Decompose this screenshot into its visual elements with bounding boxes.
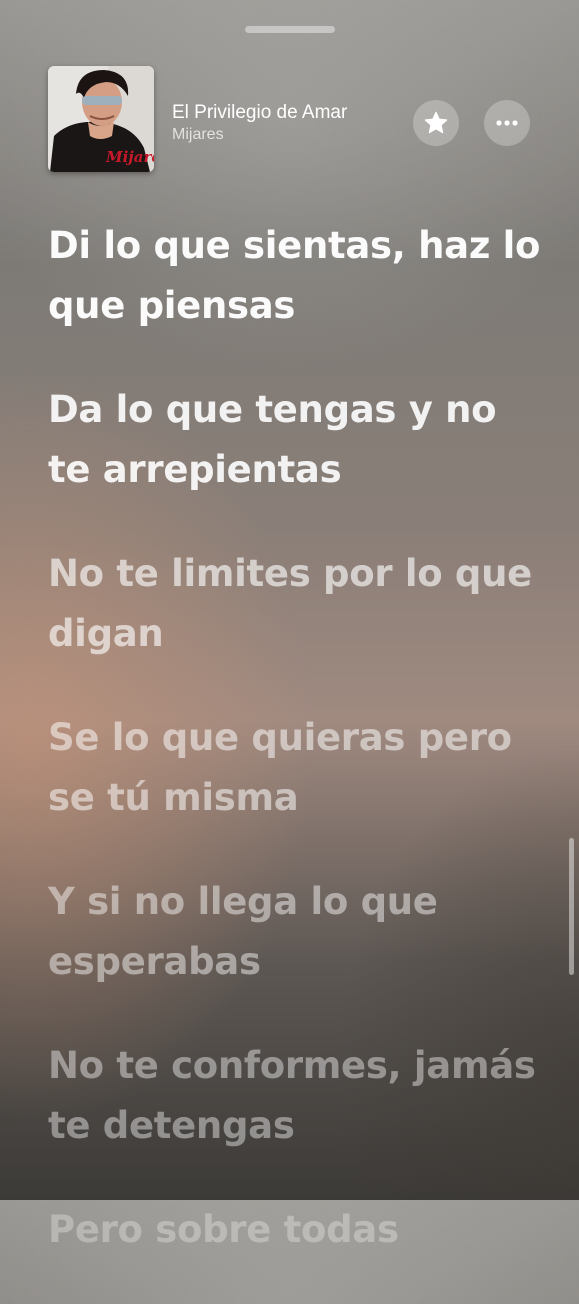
- now-playing-header: Mijares El Privilegio de Amar Mijares: [48, 66, 539, 172]
- favorite-button[interactable]: [413, 100, 459, 146]
- star-icon: [424, 111, 448, 134]
- track-artist[interactable]: Mijares: [172, 126, 224, 144]
- track-title[interactable]: El Privilegio de Amar: [172, 102, 347, 124]
- sheet-grabber[interactable]: [245, 26, 335, 33]
- ellipsis-icon: [496, 120, 518, 126]
- lyric-line[interactable]: Y si no llega lo que esperabas: [48, 872, 548, 992]
- lyrics-list[interactable]: Di lo que sientas, haz lo que piensas Da…: [48, 216, 548, 1304]
- lyric-line[interactable]: No te conformes, jamás te detengas: [48, 1036, 548, 1156]
- album-cover-image: Mijares: [48, 66, 154, 172]
- scrollbar[interactable]: [569, 838, 574, 975]
- lyric-line[interactable]: No te limites por lo que digan: [48, 544, 548, 664]
- lyric-line[interactable]: Pero sobre todas: [48, 1200, 548, 1260]
- lyric-line[interactable]: Da lo que tengas y no te arrepientas: [48, 380, 548, 500]
- lyric-line[interactable]: Di lo que sientas, haz lo que piensas: [48, 216, 548, 336]
- lyric-line[interactable]: Se lo que quieras pero se tú misma: [48, 708, 548, 828]
- album-logo-text: Mijares: [105, 148, 154, 166]
- more-options-button[interactable]: [484, 100, 530, 146]
- album-artwork[interactable]: Mijares: [48, 66, 154, 172]
